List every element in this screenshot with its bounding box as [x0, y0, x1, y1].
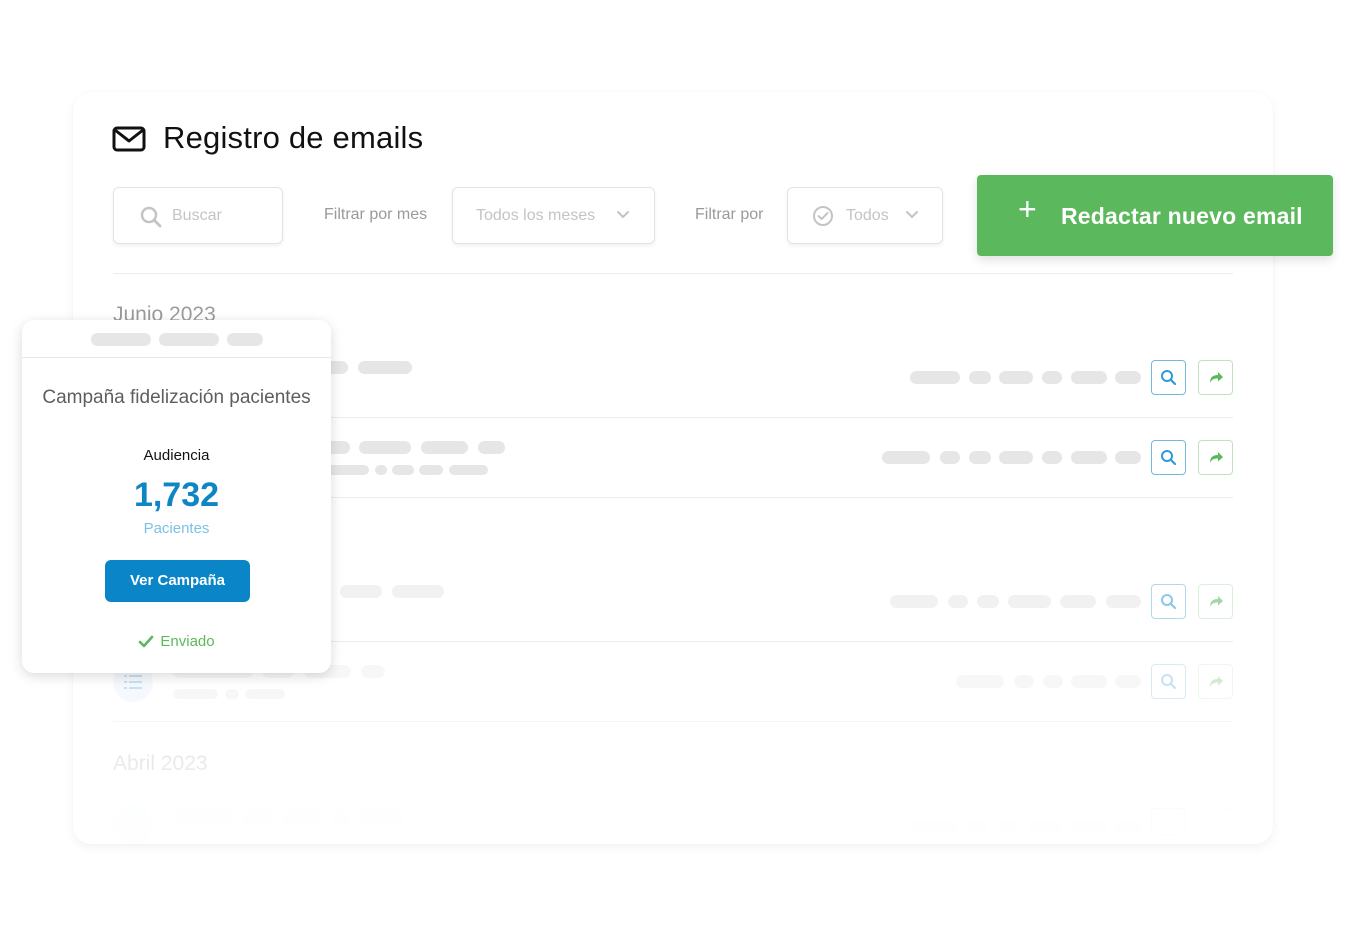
search-icon [1161, 674, 1177, 690]
compose-email-label: Redactar nuevo email [1061, 203, 1303, 229]
share-arrow-icon [1210, 452, 1223, 463]
search-icon [1161, 594, 1177, 610]
view-email-button[interactable] [1151, 360, 1186, 395]
status-label: Enviado [160, 633, 215, 650]
campaign-popup: Campaña fidelización pacientes Audiencia… [22, 320, 331, 673]
check-icon [139, 635, 154, 648]
forward-email-button[interactable] [1198, 360, 1233, 395]
month-heading: Abril 2023 [113, 752, 208, 775]
search-placeholder: Buscar [172, 207, 222, 224]
share-arrow-icon [1210, 596, 1223, 607]
view-campaign-button[interactable]: Ver Campaña [105, 560, 250, 602]
list-icon [113, 805, 153, 845]
status-filter-label: Filtrar por [695, 206, 764, 223]
search-input[interactable]: Buscar [113, 187, 283, 244]
audience-unit: Pacientes [143, 520, 210, 537]
month-filter-value: Todos los meses [476, 207, 596, 224]
row-divider [113, 721, 1233, 722]
view-email-button[interactable] [1151, 664, 1186, 699]
popup-divider [22, 357, 331, 358]
chevron-down-icon [906, 211, 918, 219]
audience-label: Audiencia [143, 447, 210, 464]
share-arrow-icon [1210, 372, 1223, 383]
share-arrow-icon [1210, 676, 1223, 687]
forward-email-button[interactable] [1198, 808, 1233, 835]
search-icon [1161, 450, 1177, 466]
view-email-button[interactable] [1151, 584, 1186, 619]
forward-email-button[interactable] [1198, 440, 1233, 475]
envelope-icon [112, 126, 146, 152]
search-icon [140, 206, 162, 228]
forward-email-button[interactable] [1198, 584, 1233, 619]
status-filter-value: Todos [846, 207, 889, 224]
page-title: Registro de emails [163, 120, 424, 155]
status-sent: Enviado [22, 633, 331, 650]
compose-email-button[interactable]: + Redactar nuevo email [977, 175, 1333, 256]
campaign-name: Campaña fidelización pacientes [42, 387, 311, 408]
month-filter-label: Filtrar por mes [324, 206, 428, 223]
search-icon [1161, 370, 1177, 386]
view-email-button[interactable] [1151, 808, 1186, 835]
audience-count: 1,732 [133, 476, 220, 514]
plus-icon: + [1018, 191, 1037, 227]
toolbar-divider [113, 273, 1233, 274]
status-filter-select[interactable]: Todos [787, 187, 943, 244]
forward-email-button[interactable] [1198, 664, 1233, 699]
month-filter-select[interactable]: Todos los meses [452, 187, 655, 244]
check-circle-icon [813, 206, 833, 226]
chevron-down-icon [617, 211, 629, 219]
view-email-button[interactable] [1151, 440, 1186, 475]
